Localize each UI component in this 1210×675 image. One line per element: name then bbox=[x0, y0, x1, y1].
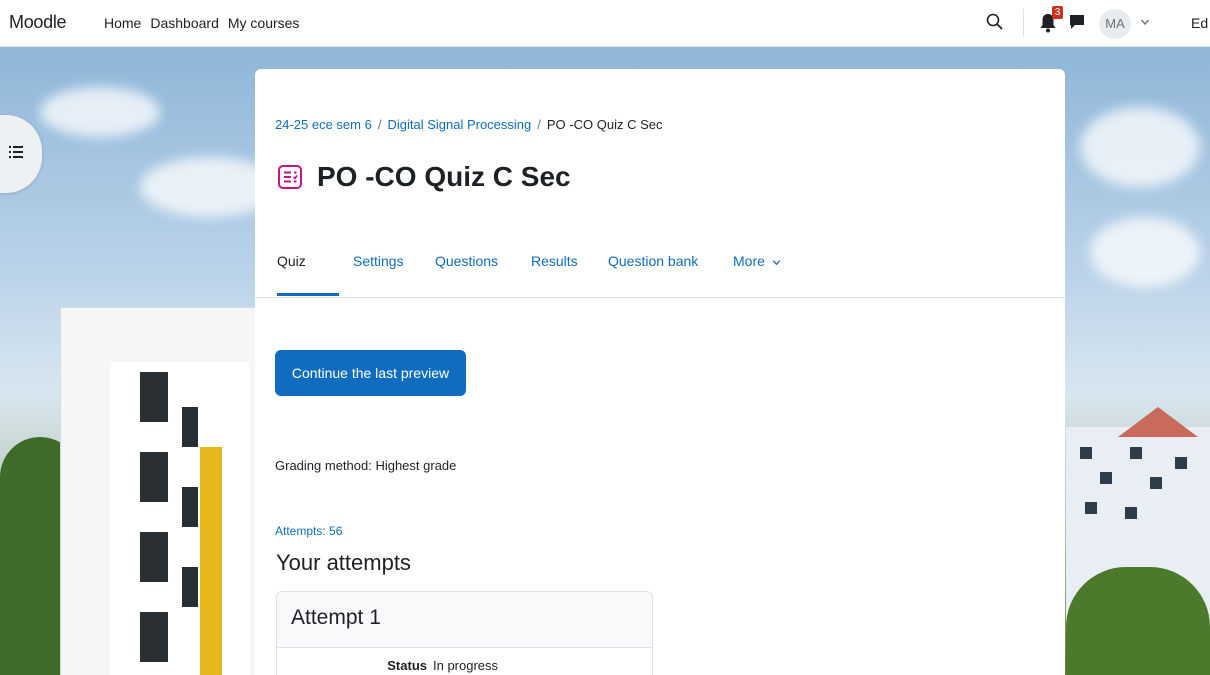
tab-quiz[interactable]: Quiz bbox=[277, 253, 306, 269]
attempts-count-link[interactable]: Attempts: 56 bbox=[275, 524, 342, 538]
nav-home-link[interactable]: Home bbox=[104, 15, 141, 31]
chat-icon[interactable] bbox=[1068, 13, 1086, 31]
navbar-divider bbox=[1023, 9, 1024, 37]
notification-count-badge: 3 bbox=[1052, 6, 1063, 19]
breadcrumb: 24-25 ece sem 6 / Digital Signal Process… bbox=[275, 117, 662, 132]
continue-preview-button[interactable]: Continue the last preview bbox=[275, 350, 466, 396]
window bbox=[140, 372, 168, 422]
secondary-navigation-tabs: Quiz Settings Questions Results Question… bbox=[255, 241, 1065, 298]
status-label: Status bbox=[387, 658, 427, 673]
cloud bbox=[1080, 107, 1200, 187]
cloud bbox=[40, 87, 160, 137]
tab-results[interactable]: Results bbox=[531, 253, 578, 269]
window bbox=[1130, 447, 1142, 459]
tab-question-bank[interactable]: Question bank bbox=[608, 253, 698, 269]
user-avatar[interactable]: MA bbox=[1099, 9, 1131, 39]
breadcrumb-separator: / bbox=[537, 117, 541, 132]
page-title: PO -CO Quiz C Sec bbox=[317, 161, 571, 192]
window bbox=[182, 567, 198, 607]
active-tab-indicator bbox=[277, 293, 339, 296]
breadcrumb-current: PO -CO Quiz C Sec bbox=[546, 117, 663, 132]
chevron-down-icon[interactable] bbox=[1140, 17, 1150, 27]
search-icon[interactable] bbox=[985, 12, 1005, 32]
nav-my-courses-link[interactable]: My courses bbox=[228, 15, 300, 31]
window bbox=[1175, 457, 1187, 469]
window bbox=[140, 532, 168, 582]
window bbox=[140, 452, 168, 502]
breadcrumb-separator: / bbox=[377, 117, 382, 132]
course-index-drawer-toggle[interactable] bbox=[0, 115, 42, 193]
page-header: PO -CO Quiz C Sec bbox=[277, 161, 571, 193]
window bbox=[182, 487, 198, 527]
attempt-title: Attempt 1 bbox=[291, 606, 381, 629]
building-left-front bbox=[110, 362, 250, 675]
attempt-status-row: Status In progress bbox=[277, 647, 652, 675]
window bbox=[182, 407, 198, 447]
trees-right bbox=[1066, 567, 1210, 675]
site-brand[interactable]: Moodle bbox=[9, 12, 67, 33]
breadcrumb-course[interactable]: Digital Signal Processing bbox=[387, 117, 531, 132]
window bbox=[1125, 507, 1137, 519]
building-right-roof bbox=[1118, 407, 1198, 437]
window bbox=[1100, 472, 1112, 484]
breadcrumb-course-category[interactable]: 24-25 ece sem 6 bbox=[275, 117, 372, 132]
primary-navigation: Home Dashboard My courses bbox=[104, 15, 299, 31]
window bbox=[1080, 447, 1092, 459]
window bbox=[140, 612, 168, 662]
quiz-icon bbox=[278, 165, 302, 189]
window bbox=[1085, 502, 1097, 514]
tab-settings[interactable]: Settings bbox=[353, 253, 404, 269]
window bbox=[1150, 477, 1162, 489]
grading-method-text: Grading method: Highest grade bbox=[275, 458, 457, 473]
status-value: In progress bbox=[433, 658, 499, 673]
your-attempts-heading: Your attempts bbox=[276, 550, 411, 575]
tab-more[interactable]: More bbox=[733, 253, 781, 269]
chevron-down-icon bbox=[772, 260, 780, 266]
building-yellow-column bbox=[200, 447, 222, 675]
tab-more-label: More bbox=[733, 253, 765, 269]
main-content-card: 24-25 ece sem 6 / Digital Signal Process… bbox=[255, 69, 1065, 675]
tab-questions[interactable]: Questions bbox=[435, 253, 498, 269]
attempt-summary-table: Attempt 1 Status In progress bbox=[276, 591, 653, 675]
top-navbar: Moodle Home Dashboard My courses 3 MA Ed bbox=[0, 0, 1210, 47]
nav-dashboard-link[interactable]: Dashboard bbox=[150, 15, 219, 31]
list-icon bbox=[9, 146, 23, 158]
cloud bbox=[1090, 217, 1200, 287]
edit-mode-label[interactable]: Ed bbox=[1191, 15, 1208, 31]
